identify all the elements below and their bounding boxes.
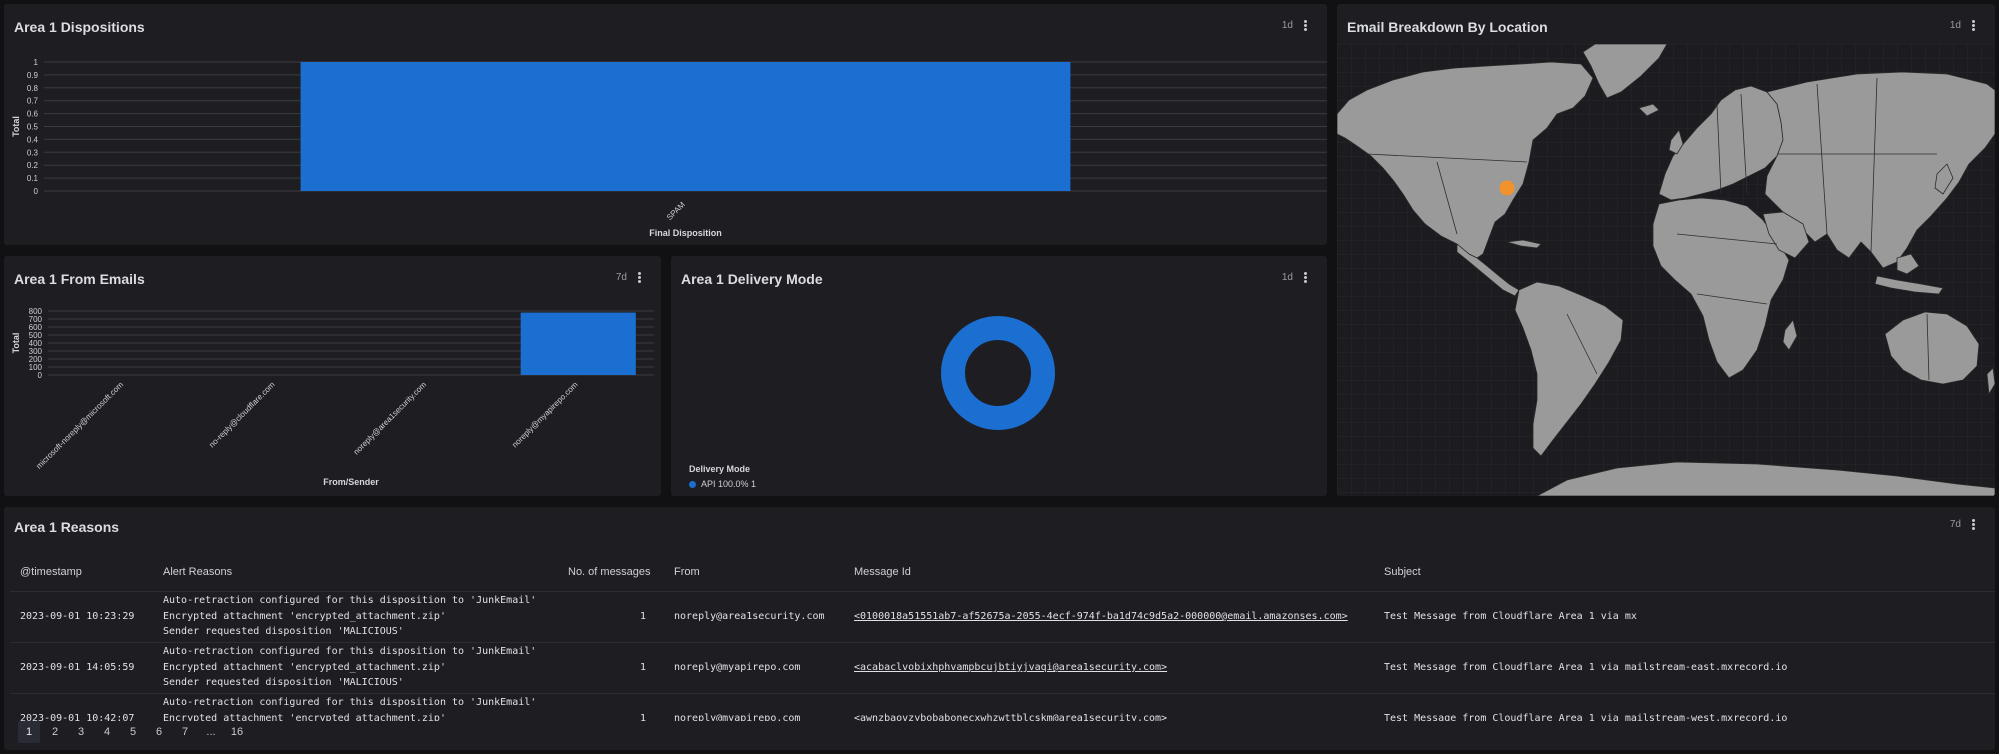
table-row: 2023-09-01 10:23:29 Auto-retraction conf…: [10, 591, 1995, 643]
column-header-subject[interactable]: Subject: [1374, 553, 1995, 592]
legend-label: API 100.0% 1: [701, 479, 757, 489]
bar-SPAM[interactable]: [300, 62, 1071, 191]
x-tick-label: microsoft-noreply@microsoft.com: [34, 380, 125, 471]
y-axis-label: Total: [11, 116, 21, 137]
message-id-link[interactable]: <awnzbaovzybobabonecxwhzwttblcskm@area1s…: [854, 713, 1167, 721]
panel-menu-icon[interactable]: [1972, 20, 1975, 31]
x-tick-label: noreply@myapirepo.com: [510, 380, 580, 450]
time-range-badge: 1d: [1949, 20, 1961, 31]
y-axis-label: Total: [11, 333, 21, 354]
cell-from: noreply@area1security.com: [664, 591, 844, 643]
legend-item-api[interactable]: API 100.0% 1: [689, 479, 756, 489]
y-tick-label: 0: [38, 371, 43, 380]
x-tick-label: noreply@area1security.com: [352, 380, 429, 457]
page-5-button[interactable]: 5: [122, 721, 144, 743]
legend-swatch: [689, 480, 696, 488]
pagination-ellipsis: ...: [206, 726, 216, 738]
y-tick-label: 0.8: [27, 84, 39, 93]
donut-slice-api[interactable]: [941, 316, 1055, 430]
message-id-link[interactable]: <acabaclvobixhphvampbcujbtiyjvaqi@area1s…: [854, 662, 1167, 673]
delivery-mode-panel: Area 1 Delivery Mode 1d Delivery Mode AP…: [671, 256, 1327, 496]
cell-message-id: <awnzbaovzybobabonecxwhzwttblcskm@area1s…: [844, 693, 1374, 721]
legend-title: Delivery Mode: [689, 464, 751, 474]
table-header-row: @timestamp Alert Reasons No. of messages…: [10, 553, 1995, 592]
page-4-button[interactable]: 4: [96, 721, 118, 743]
delivery-mode-donut-chart: [941, 316, 1055, 430]
from-emails-bar-chart: 0100200300400500600700800 microsoft-norep…: [11, 307, 654, 487]
panel-controls: 1d: [1950, 20, 1975, 31]
dispositions-bar-chart: 0 0.1 0.2 0.3 0.4 0.5 0.6 0.7 0.8 0.9 1 SPAM Final D…: [11, 58, 1327, 238]
cell-from: noreply@myapirepo.com: [664, 642, 844, 694]
y-tick-label: 200: [29, 355, 43, 364]
pagination: 1 2 3 4 5 6 7... 16: [18, 721, 248, 743]
x-tick-label: no-reply@cloudflare.com: [207, 380, 277, 450]
cell-alert-reasons: Auto-retraction configured for this disp…: [153, 693, 558, 721]
donut-legend: Delivery Mode API 100.0% 1: [689, 464, 756, 489]
message-id-link[interactable]: <0100018a51551ab7-af52675a-2055-4ecf-974…: [854, 611, 1348, 622]
dispositions-panel: Area 1 Dispositions 1d 0 0.1 0.2 0.3 0.4 0.5 0…: [4, 4, 1327, 245]
y-tick-label: 0.6: [27, 110, 39, 119]
y-tick-label: 0.2: [27, 161, 39, 170]
y-tick-label: 0.7: [27, 97, 39, 106]
cell-timestamp: 2023-09-01 10:23:29: [10, 591, 153, 643]
cell-timestamp: 2023-09-01 10:42:07: [10, 693, 153, 721]
column-header-message-count[interactable]: No. of messages: [558, 553, 664, 592]
y-tick-label: 600: [29, 323, 43, 332]
cell-message-id: <0100018a51551ab7-af52675a-2055-4ecf-974…: [844, 591, 1374, 643]
panel-title: Email Breakdown By Location: [1347, 19, 1548, 35]
cell-message-id: <acabaclvobixhphvampbcujbtiyjvaqi@area1s…: [844, 642, 1374, 694]
x-axis-label: From/Sender: [323, 477, 379, 487]
cell-alert-reasons: Auto-retraction configured for this disp…: [153, 591, 558, 643]
world-map[interactable]: [1337, 44, 1995, 496]
page-7-button[interactable]: 7: [174, 721, 196, 743]
x-tick-label: SPAM: [665, 200, 687, 222]
cell-message-count: 1: [558, 693, 664, 721]
from-emails-panel: Area 1 From Emails 7d 0 100 200 300 400 500 60…: [4, 256, 661, 496]
y-tick-label: 0.4: [27, 135, 39, 144]
location-panel: Email Breakdown By Location 1d: [1337, 4, 1995, 496]
cell-timestamp: 2023-09-01 14:05:59: [10, 642, 153, 694]
page-16-button[interactable]: 16: [226, 721, 248, 743]
y-tick-label: 1: [34, 58, 39, 67]
reasons-panel: Area 1 Reasons 7d @timestamp Alert Reaso…: [4, 507, 1995, 750]
table-row: 2023-09-01 14:05:59 Auto-retraction conf…: [10, 642, 1995, 694]
bar-noreply@myapirepo.com[interactable]: [520, 312, 636, 375]
cell-alert-reasons: Auto-retraction configured for this disp…: [153, 642, 558, 694]
y-tick-label: 0.9: [27, 71, 39, 80]
cell-from: noreply@myapirepo.com: [664, 693, 844, 721]
y-tick-label: 0.5: [27, 123, 39, 132]
cell-subject: Test Message from Cloudflare Area 1 via …: [1374, 693, 1995, 721]
page-2-button[interactable]: 2: [44, 721, 66, 743]
cell-subject: Test Message from Cloudflare Area 1 via …: [1374, 642, 1995, 694]
page-1-button[interactable]: 1: [18, 721, 40, 743]
column-header-timestamp[interactable]: @timestamp: [10, 553, 153, 592]
y-tick-label: 400: [29, 339, 43, 348]
column-header-message-id[interactable]: Message Id: [844, 553, 1374, 592]
page-6-button[interactable]: 6: [148, 721, 170, 743]
cell-subject: Test Message from Cloudflare Area 1 via …: [1374, 591, 1995, 643]
reasons-table: @timestamp Alert Reasons No. of messages…: [10, 553, 1995, 721]
column-header-from[interactable]: From: [664, 553, 844, 592]
y-tick-label: 700: [29, 315, 43, 324]
table-row: 2023-09-01 10:42:07 Auto-retraction conf…: [10, 693, 1995, 721]
cell-message-count: 1: [558, 642, 664, 694]
y-tick-label: 100: [29, 363, 43, 372]
cell-message-count: 1: [558, 591, 664, 643]
table-viewport[interactable]: @timestamp Alert Reasons No. of messages…: [4, 507, 1999, 721]
y-tick-label: 300: [29, 347, 43, 356]
y-tick-label: 0.3: [27, 148, 39, 157]
page-3-button[interactable]: 3: [70, 721, 92, 743]
y-tick-label: 0.1: [27, 174, 39, 183]
y-tick-label: 0: [34, 187, 39, 196]
column-header-alert-reasons[interactable]: Alert Reasons: [153, 553, 558, 592]
y-tick-label: 800: [29, 307, 43, 316]
x-axis-label: Final Disposition: [649, 228, 722, 238]
location-marker[interactable]: [1499, 180, 1515, 196]
y-tick-label: 500: [29, 331, 43, 340]
